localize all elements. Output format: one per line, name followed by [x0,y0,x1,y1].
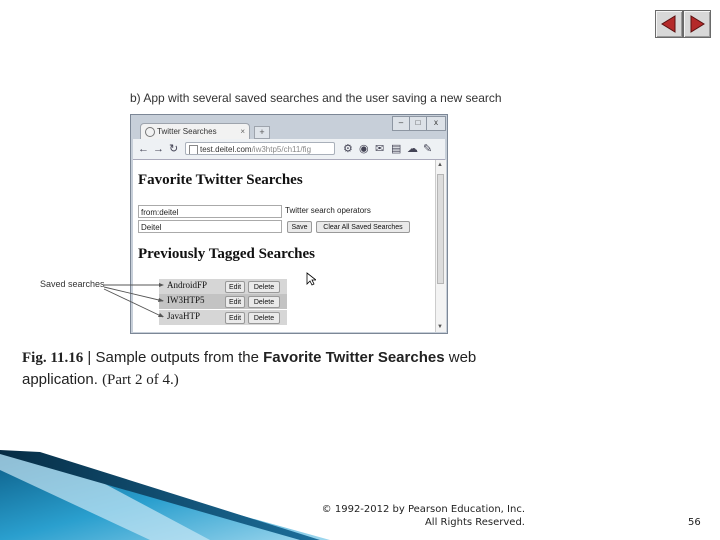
saved-searches-callout: Saved searches [40,279,105,289]
section-title: Previously Tagged Searches [138,246,315,262]
saved-search-link[interactable]: JavaHTP [167,311,200,321]
scroll-up-icon[interactable]: ▲ [437,162,443,168]
browser-window: Twitter Searches × + – □ x ← → ↻ test.de… [130,114,448,334]
table-row: IW3HTP5 Edit Delete [159,294,287,309]
page-icon [189,145,198,154]
right-triangle-icon [690,15,705,33]
search-query-input[interactable]: from:deitel [138,205,282,218]
forward-arrow-icon[interactable]: → [153,142,164,156]
scroll-thumb[interactable] [437,174,444,284]
new-tab-button[interactable]: + [254,126,270,139]
table-row: AndroidFP Edit Delete [159,279,287,294]
extension-icon[interactable]: ◉ [359,142,369,156]
table-row: JavaHTP Edit Delete [159,310,287,325]
delete-button[interactable]: Delete [248,296,280,308]
next-slide-button[interactable] [683,10,711,38]
mouse-cursor-icon [306,272,316,286]
delete-button[interactable]: Delete [248,312,280,324]
copyright-line-1: © 1992-2012 by Pearson Education, Inc. [321,504,525,515]
browser-tab[interactable]: Twitter Searches × [140,123,250,139]
address-host: test.deitel.com [200,145,252,154]
edit-button[interactable]: Edit [225,296,245,308]
maximize-button[interactable]: □ [409,116,427,131]
figure-caption: Fig. 11.16 | Sample outputs from the Fav… [22,347,492,391]
settings-gear-icon[interactable]: ⚙ [343,142,353,156]
window-close-button[interactable]: x [426,116,446,131]
previous-slide-button[interactable] [655,10,683,38]
back-arrow-icon[interactable]: ← [138,142,149,156]
copyright-notice: © 1992-2012 by Pearson Education, Inc. A… [300,503,525,529]
screenshot-caption: b) App with several saved searches and t… [130,91,502,105]
save-button[interactable]: Save [287,221,312,233]
page-number: 56 [688,517,701,528]
minimize-button[interactable]: – [392,116,410,131]
scroll-down-icon[interactable]: ▼ [437,324,443,330]
figure-app-name: Favorite Twitter Searches [263,349,445,366]
operators-link[interactable]: Twitter search operators [285,206,371,215]
page-title: Favorite Twitter Searches [138,172,303,188]
figure-part: (Part 2 of 4.) [102,372,179,388]
edit-button[interactable]: Edit [225,281,245,293]
saved-search-link[interactable]: AndroidFP [167,280,207,290]
tab-title: Twitter Searches [157,127,217,136]
saved-search-link[interactable]: IW3HTP5 [167,295,205,305]
clear-all-button[interactable]: Clear All Saved Searches [316,221,410,233]
browser-toolbar: ← → ↻ test.deitel.com/iw3htp5/ch11/fig ☆… [133,139,445,160]
delete-button[interactable]: Delete [248,281,280,293]
reload-icon[interactable]: ↻ [169,142,178,156]
tag-input[interactable]: Deitel [138,220,282,233]
wrench-icon[interactable]: ✎ [423,142,432,156]
bookmark-icon[interactable]: ▤ [391,142,401,156]
address-bar[interactable]: test.deitel.com/iw3htp5/ch11/fig ☆ [185,142,335,155]
mail-icon[interactable]: ✉ [375,142,384,156]
figure-text: Sample outputs from the [95,349,264,366]
address-path: /iw3htp5/ch11/fig [251,145,312,154]
page-content: Favorite Twitter Searches from:deitel Tw… [133,160,435,332]
left-triangle-icon [661,15,676,33]
figure-number: Fig. 11.16 [22,350,84,366]
copyright-line-2: All Rights Reserved. [424,517,525,528]
tab-close-icon[interactable]: × [240,124,245,140]
figure-separator: | [83,349,96,366]
globe-icon [145,127,155,137]
cloud-icon[interactable]: ☁ [407,142,418,156]
vertical-scrollbar[interactable]: ▲ ▼ [435,160,446,332]
edit-button[interactable]: Edit [225,312,245,324]
